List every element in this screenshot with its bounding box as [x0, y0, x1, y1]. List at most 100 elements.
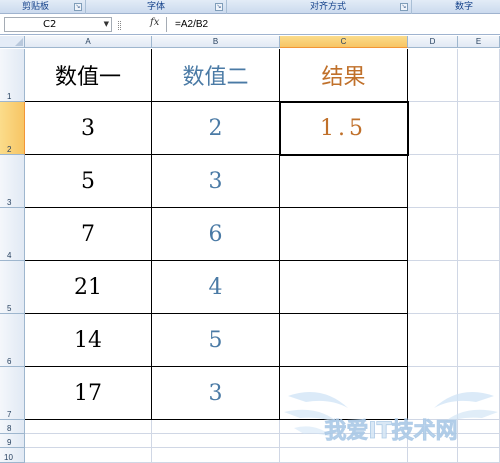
column-header-c[interactable]: C	[280, 36, 408, 48]
cell-c3[interactable]	[280, 155, 408, 208]
value-two: 3	[208, 168, 223, 194]
number-group-label: 数字	[455, 2, 474, 12]
cell-d3[interactable]	[408, 155, 458, 208]
row-header-7[interactable]: 7	[0, 367, 25, 420]
cell-c2[interactable]: 1.5	[280, 102, 408, 155]
row-number: 8	[7, 424, 12, 433]
clipboard-group-label: 剪贴板	[22, 2, 50, 12]
ribbon-group-number: 数字	[413, 0, 500, 14]
cell-e6[interactable]	[458, 314, 500, 367]
cell-d2[interactable]	[408, 102, 458, 155]
cell-e5[interactable]	[458, 261, 500, 314]
cell-a4[interactable]: 7	[25, 208, 152, 261]
alignment-group-label: 对齐方式	[310, 2, 347, 12]
row-number: 10	[4, 453, 13, 462]
ribbon-group-font: 字体 ↘	[87, 0, 227, 14]
header-value-one: 数值一	[54, 65, 121, 90]
row-number: 4	[7, 251, 12, 260]
cell-e1[interactable]	[458, 49, 500, 102]
watermark-logo: 我爱IT技术网	[284, 392, 498, 444]
cell-a7[interactable]: 17	[25, 367, 152, 420]
cell-a2[interactable]: 3	[25, 102, 152, 155]
cell-a9[interactable]	[25, 434, 152, 448]
value-one: 14	[74, 327, 102, 353]
name-box-value: C2	[43, 19, 57, 30]
cell-b3[interactable]: 3	[152, 155, 280, 208]
value-two: 3	[208, 380, 223, 406]
cell-e2[interactable]	[458, 102, 500, 155]
cell-b5[interactable]: 4	[152, 261, 280, 314]
value-one: 5	[81, 168, 95, 194]
ribbon-group-clipboard: 剪贴板 ↘	[0, 0, 86, 14]
value-one: 3	[81, 115, 95, 141]
row-header-4[interactable]: 4	[0, 208, 25, 261]
cell-c6[interactable]	[280, 314, 408, 367]
font-group-label: 字体	[147, 2, 166, 12]
header-result: 结果	[321, 65, 366, 90]
value-two: 2	[208, 115, 223, 141]
column-header-b[interactable]: B	[152, 36, 280, 48]
cell-d6[interactable]	[408, 314, 458, 367]
cell-c1[interactable]: 结果	[280, 49, 408, 102]
cell-a5[interactable]: 21	[25, 261, 152, 314]
row-header-6[interactable]: 6	[0, 314, 25, 367]
value-two: 6	[208, 221, 223, 247]
cell-b1[interactable]: 数值二	[152, 49, 280, 102]
row-header-3[interactable]: 3	[0, 155, 25, 208]
formula-bar-splitter[interactable]	[118, 21, 121, 30]
alignment-launcher-icon[interactable]: ↘	[400, 3, 408, 11]
select-all-button[interactable]	[0, 36, 25, 48]
ribbon-group-bar: 剪贴板 ↘ 字体 ↘ 对齐方式 ↘ 数字	[0, 0, 500, 14]
value-one: 7	[81, 221, 95, 247]
watermark-text: 我爱IT技术网	[324, 419, 457, 444]
cell-b2[interactable]: 2	[152, 102, 280, 155]
cell-b10[interactable]	[152, 448, 280, 463]
clipboard-launcher-icon[interactable]: ↘	[74, 3, 82, 11]
cell-e3[interactable]	[458, 155, 500, 208]
value-two: 4	[208, 274, 223, 300]
cell-a1[interactable]: 数值一	[25, 49, 152, 102]
row-number: 9	[7, 438, 12, 447]
row-number: 7	[7, 410, 12, 419]
row-header-5[interactable]: 5	[0, 261, 25, 314]
cell-b4[interactable]: 6	[152, 208, 280, 261]
value-one: 21	[74, 274, 102, 300]
value-one: 17	[74, 380, 102, 406]
name-box-dropdown-icon[interactable]: ▼	[104, 18, 109, 31]
cell-a8[interactable]	[25, 420, 152, 434]
cell-a10[interactable]	[25, 448, 152, 463]
insert-function-button[interactable]: fx	[150, 17, 159, 28]
column-header-e[interactable]: E	[458, 36, 500, 48]
row-number: 3	[7, 198, 12, 207]
cell-d5[interactable]	[408, 261, 458, 314]
row-number: 2	[7, 145, 12, 154]
row-number: 1	[7, 92, 12, 101]
row-header-1[interactable]: 1	[0, 49, 25, 102]
cell-d1[interactable]	[408, 49, 458, 102]
cell-c5[interactable]	[280, 261, 408, 314]
formula-bar: C2 ▼ fx =A2/B2	[0, 15, 500, 35]
name-box[interactable]: C2 ▼	[4, 17, 112, 32]
cell-a6[interactable]: 14	[25, 314, 152, 367]
cell-b6[interactable]: 5	[152, 314, 280, 367]
cell-c4[interactable]	[280, 208, 408, 261]
value-two: 5	[208, 327, 223, 353]
cell-a3[interactable]: 5	[25, 155, 152, 208]
row-header-9[interactable]: 9	[0, 434, 25, 448]
cell-b9[interactable]	[152, 434, 280, 448]
result-value: 1.5	[320, 115, 367, 141]
ribbon-group-alignment: 对齐方式 ↘	[228, 0, 412, 14]
row-number: 5	[7, 304, 12, 313]
font-launcher-icon[interactable]: ↘	[215, 3, 223, 11]
row-header-8[interactable]: 8	[0, 420, 25, 434]
cell-b7[interactable]: 3	[152, 367, 280, 420]
cell-d4[interactable]	[408, 208, 458, 261]
formula-input[interactable]: =A2/B2	[166, 17, 500, 32]
cell-b8[interactable]	[152, 420, 280, 434]
cell-e4[interactable]	[458, 208, 500, 261]
row-number: 6	[7, 357, 12, 366]
row-header-10[interactable]: 10	[0, 448, 25, 463]
column-header-a[interactable]: A	[25, 36, 152, 48]
row-header-2[interactable]: 2	[0, 102, 25, 155]
column-header-d[interactable]: D	[408, 36, 458, 48]
